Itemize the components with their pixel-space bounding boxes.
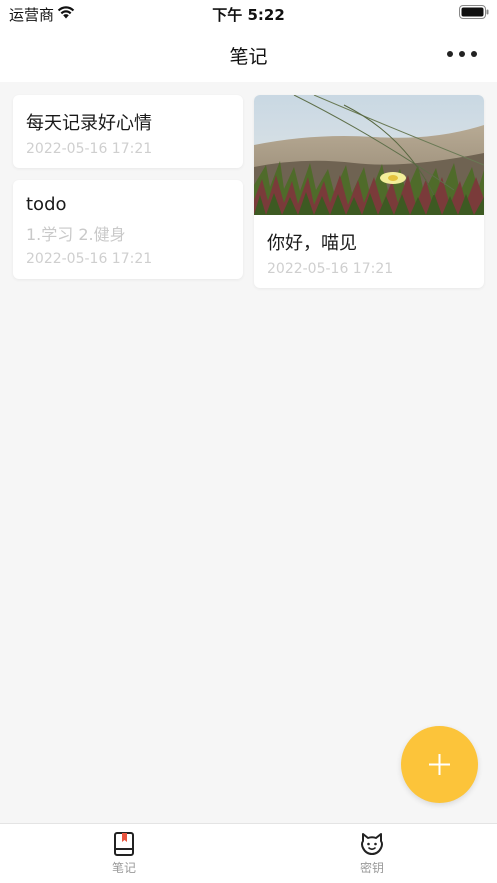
ellipsis-icon [471,51,477,57]
cat-face-icon [361,833,383,855]
note-title: todo [26,194,67,215]
plus-icon [429,754,450,775]
tab-keys[interactable]: 密钥 [337,832,407,876]
tab-bar: 笔记 密钥 [0,823,497,883]
notebook-icon [114,832,134,856]
tab-label: 笔记 [111,861,136,875]
tab-label: 密钥 [359,861,384,875]
note-image [254,95,484,215]
note-card[interactable]: todo 1.学习 2.健身 2022-05-16 17:21 [13,180,243,279]
battery-icon [459,5,489,19]
tab-notes[interactable]: 笔记 [89,832,159,876]
ellipsis-icon [447,51,453,57]
note-date: 2022-05-16 17:21 [26,251,153,267]
add-note-button[interactable] [401,726,478,803]
more-options-button[interactable] [447,43,477,65]
status-bar: 运营商 下午 5:22 [0,0,497,26]
note-title: 你好，喵见 [267,233,357,254]
note-date: 2022-05-16 17:21 [26,141,153,157]
note-card[interactable]: 你好，喵见 2022-05-16 17:21 [254,95,484,288]
status-time: 下午 5:22 [212,6,285,24]
page-title: 笔记 [229,46,268,68]
note-content: 1.学习 2.健身 [26,225,126,244]
note-title: 每天记录好心情 [26,113,152,134]
ellipsis-icon [459,51,465,57]
note-date: 2022-05-16 17:21 [267,261,394,277]
nav-bar: 笔记 [0,26,497,82]
note-card[interactable]: 每天记录好心情 2022-05-16 17:21 [13,95,243,168]
